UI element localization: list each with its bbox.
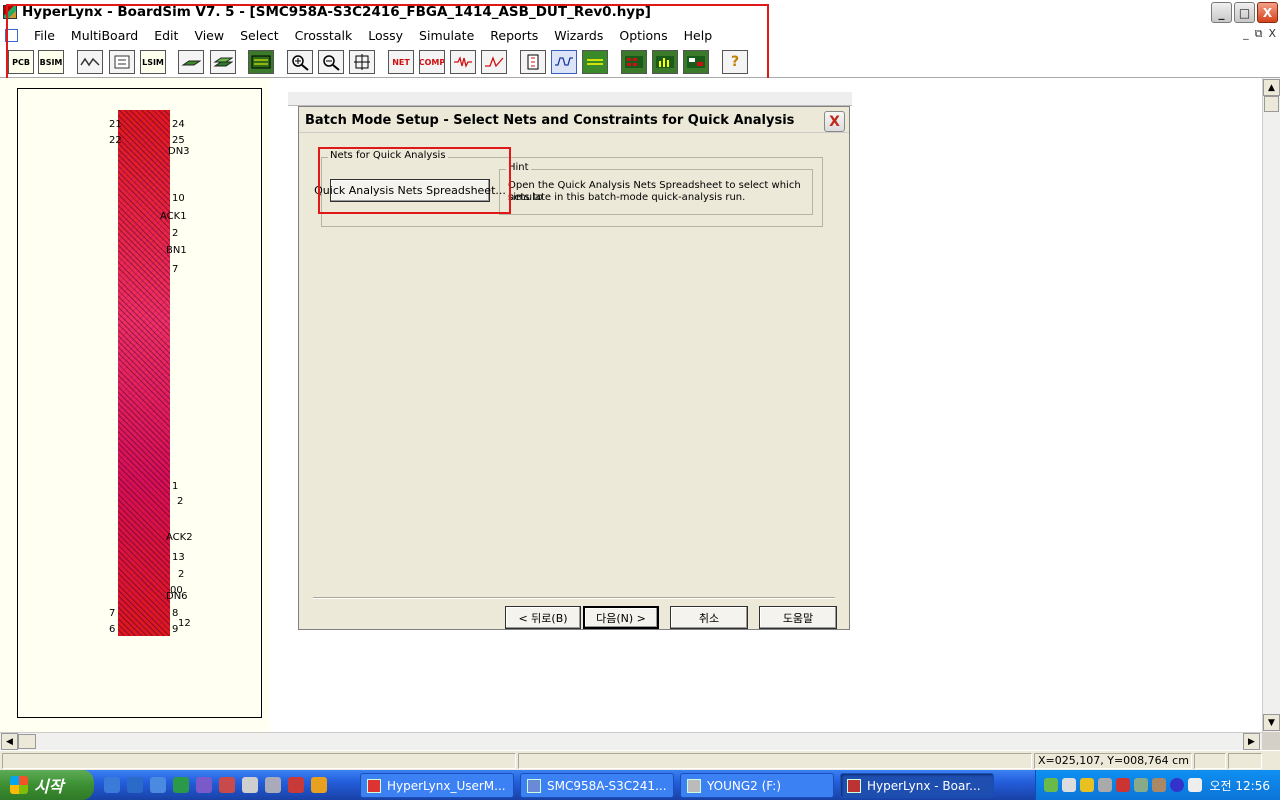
scroll-left-icon[interactable]: ◀ <box>1 733 18 750</box>
background-toolbar-ghost <box>288 92 852 106</box>
quicklaunch-ie-icon[interactable] <box>104 777 120 793</box>
pcb-board-graphic[interactable] <box>118 110 170 636</box>
dialog-separator <box>313 597 835 599</box>
pin-label: ACK2 <box>166 532 193 543</box>
quicklaunch-clock-icon[interactable] <box>311 777 327 793</box>
help-button[interactable]: 도움말 <box>759 606 837 629</box>
pin-label: 1 <box>172 481 179 492</box>
pin-label: 25 <box>172 135 185 146</box>
next-button[interactable]: 다음(N) > <box>583 606 659 629</box>
pin-label: 7 <box>109 608 116 619</box>
quicklaunch-tool-icon[interactable] <box>196 777 212 793</box>
pin-label: 24 <box>172 119 185 130</box>
status-cell-message <box>2 753 516 769</box>
quicklaunch-browser-icon[interactable] <box>127 777 143 793</box>
tray-tool-icon[interactable] <box>1134 778 1148 792</box>
system-tray: 오전 12:56 <box>1035 770 1280 800</box>
pin-label: BN1 <box>166 245 187 256</box>
dialog-title: Batch Mode Setup - Select Nets and Const… <box>299 109 849 133</box>
status-cell-extra1 <box>1194 753 1226 769</box>
quicklaunch-arrow-icon[interactable] <box>219 777 235 793</box>
task-label: YOUNG2 (F:) <box>707 778 782 793</box>
horizontal-scrollbar[interactable]: ◀ ▶ <box>0 732 1262 750</box>
board-view-panel: 21 24 22 25 DN3 10 ACK1 2 BN1 7 1 2 ACK2… <box>0 78 270 732</box>
scroll-up-icon[interactable]: ▲ <box>1263 79 1280 96</box>
quicklaunch-excel-icon[interactable] <box>173 777 189 793</box>
task-label: SMC958A-S3C241... <box>547 778 667 793</box>
tray-warning-icon[interactable] <box>1116 778 1130 792</box>
pin-label: 10 <box>172 193 185 204</box>
start-label: 시작 <box>34 777 64 796</box>
pin-label: 22 <box>109 135 122 146</box>
mdi-restore-button[interactable]: ⧉ <box>1255 27 1263 41</box>
pin-label: 6 <box>109 624 116 635</box>
mdi-close-button[interactable]: X <box>1268 27 1276 41</box>
tray-app-icon[interactable] <box>1062 778 1076 792</box>
minimize-button[interactable]: _ <box>1211 2 1232 23</box>
vertical-scrollbar[interactable]: ▲ ▼ <box>1262 78 1280 732</box>
tray-device-icon[interactable] <box>1152 778 1166 792</box>
quicklaunch-app-icon[interactable] <box>242 777 258 793</box>
pin-label: 21 <box>109 119 122 130</box>
taskbar: 시작 HyperLynx_UserM... SMC958A-S3C241... … <box>0 770 1280 800</box>
tray-bluetooth-icon[interactable] <box>1170 778 1184 792</box>
tray-volume-icon[interactable] <box>1098 778 1112 792</box>
horizontal-scroll-thumb[interactable] <box>18 734 36 749</box>
task-label: HyperLynx_UserM... <box>387 778 506 793</box>
taskbar-clock: 오전 12:56 <box>1209 779 1270 793</box>
close-button[interactable]: X <box>1257 2 1278 23</box>
dialog-close-button[interactable]: X <box>824 111 845 132</box>
pin-label: 13 <box>172 552 185 563</box>
pin-label: 12 <box>178 618 191 629</box>
quicklaunch-desktop-icon[interactable] <box>150 777 166 793</box>
scroll-right-icon[interactable]: ▶ <box>1243 733 1260 750</box>
back-button[interactable]: < 뒤로(B) <box>505 606 581 629</box>
task-young2-drive[interactable]: YOUNG2 (F:) <box>680 773 834 798</box>
status-cell-extra2 <box>1228 753 1262 769</box>
task-label: HyperLynx - Boar... <box>867 778 981 793</box>
quicklaunch-media-icon[interactable] <box>288 777 304 793</box>
status-cell-info <box>518 753 1032 769</box>
task-smc958a[interactable]: SMC958A-S3C241... <box>520 773 674 798</box>
tray-shield-icon[interactable] <box>1080 778 1094 792</box>
tray-sun-icon[interactable] <box>1188 778 1202 792</box>
mdi-minimize-button[interactable]: _ <box>1243 27 1249 41</box>
pin-label: DN3 <box>168 146 190 157</box>
quicklaunch-settings-icon[interactable] <box>265 777 281 793</box>
pin-label: 2 <box>172 228 179 239</box>
maximize-button[interactable]: □ <box>1234 2 1255 23</box>
window-controls: _ □ X <box>1211 2 1278 23</box>
hint-group: Hint Open the Quick Analysis Nets Spread… <box>499 162 813 215</box>
pdf-icon <box>367 778 381 793</box>
highlight-frame-spreadsheet <box>318 147 511 214</box>
pcb-app-icon <box>527 778 541 793</box>
hint-text-line2: simulate in this batch-mode quick-analys… <box>508 192 746 203</box>
drive-icon <box>687 778 701 793</box>
hyperlynx-icon <box>847 778 861 793</box>
vertical-scroll-thumb[interactable] <box>1264 96 1279 112</box>
status-bar: X=025,107, Y=008,764 cm <box>0 750 1280 770</box>
windows-logo-icon <box>10 776 28 794</box>
task-hyperlynx-usermanual[interactable]: HyperLynx_UserM... <box>360 773 514 798</box>
pin-label: 7 <box>172 264 179 275</box>
pin-label: DN6 <box>166 591 188 602</box>
pin-label: 2 <box>178 569 185 580</box>
pin-label: ACK1 <box>160 211 187 222</box>
task-hyperlynx-boardsim[interactable]: HyperLynx - Boar... <box>840 773 994 798</box>
pin-label: 2 <box>177 496 184 507</box>
cancel-button[interactable]: 취소 <box>670 606 748 629</box>
cursor-coordinates: X=025,107, Y=008,764 cm <box>1034 753 1192 769</box>
start-button[interactable]: 시작 <box>0 770 94 800</box>
tray-network-icon[interactable] <box>1044 778 1058 792</box>
scroll-down-icon[interactable]: ▼ <box>1263 714 1280 731</box>
mdi-controls: _ ⧉ X <box>1243 27 1276 41</box>
pin-label: 9 <box>172 624 179 635</box>
